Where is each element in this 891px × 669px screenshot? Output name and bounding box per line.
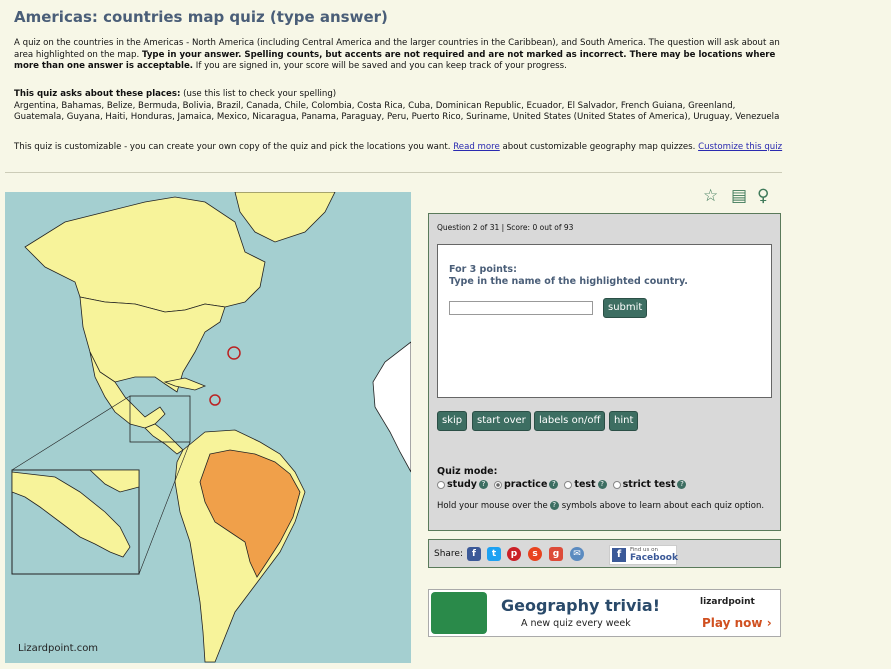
mode-practice-label: practice [503,479,548,490]
quiz-panel: Question 2 of 31 | Score: 0 out of 93 Fo… [428,213,781,531]
study-radio[interactable] [437,480,445,489]
trivia-banner[interactable]: Geography trivia! A new quiz every week … [428,589,781,637]
bermuda-marker[interactable] [227,346,241,360]
document-icon[interactable]: ▤ [731,186,747,206]
help-icon[interactable]: ? [549,480,559,489]
mode-strict-test[interactable]: strict test? [612,479,690,490]
help-text: Hold your mouse over the? symbols above t… [437,501,767,513]
puerto-rico-marker[interactable] [209,394,221,406]
hint-button[interactable]: hint [609,411,639,431]
question-prompt: For 3 points: Type in the name of the hi… [449,264,688,288]
question-box: For 3 points: Type in the name of the hi… [437,244,772,398]
help-icon[interactable]: ? [478,480,488,489]
labels-toggle-button[interactable]: labels on/off [534,411,606,431]
trivia-subtitle: A new quiz every week [521,618,631,629]
central-america-shape[interactable] [144,423,184,455]
mode-study-label: study [447,479,477,490]
facebook-icon[interactable]: f [467,547,481,561]
customize-text-2: about customizable geography map quizzes… [499,142,699,152]
canada-shape[interactable] [24,196,266,313]
help-icon[interactable]: ? [677,480,687,489]
quiz-mode: Quiz mode: study? practice? test? strict… [437,465,689,491]
mode-test[interactable]: test? [564,479,609,490]
customize-text-1: This quiz is customizable - you can crea… [14,142,454,152]
places-note: (use this list to check your spelling) [180,89,337,99]
practice-radio[interactable] [493,480,502,489]
intro-text-2: If you are signed in, your score will be… [193,61,567,72]
email-icon[interactable]: ✉ [570,547,584,561]
skip-button[interactable]: skip [437,411,468,431]
start-over-button[interactable]: start over [472,411,531,431]
help-text-1: Hold your mouse over the [437,501,548,511]
mode-study[interactable]: study? [437,479,491,490]
places-section: This quiz asks about these places: (use … [14,89,786,124]
lightbulb-icon[interactable]: ♀ [757,186,769,206]
instruction-line: Type in the name of the highlighted coun… [449,276,688,287]
mode-test-label: test [574,479,596,490]
submit-button[interactable]: submit [603,298,648,318]
help-text-2: symbols above to learn about each quiz o… [561,501,765,511]
divider [5,172,782,173]
facebook-logo-icon: f [612,548,626,562]
answer-input[interactable] [449,301,593,315]
read-more-link[interactable]: Read more [453,142,500,152]
question-info: Question 2 of 31 | Score: 0 out of 93 [437,223,574,232]
mode-strict-test-label: strict test [622,479,676,490]
quiz-mode-heading: Quiz mode: [437,466,498,477]
test-radio[interactable] [564,480,573,489]
help-icon: ? [549,501,559,510]
facebook-find-us-button[interactable]: f Find us on Facebook [609,545,678,565]
globe-question-icon [431,592,487,634]
fb-big-text: Facebook [630,553,678,563]
mode-practice[interactable]: practice? [493,479,561,490]
customize-quiz-link[interactable]: Customize this quiz [698,142,782,152]
page-title: Americas: countries map quiz (type answe… [14,8,388,26]
lizardpoint-logo: lizardpoint [700,597,755,607]
help-icon[interactable]: ? [597,480,607,489]
share-label: Share: [434,549,464,559]
places-list: Argentina, Bahamas, Belize, Bermuda, Bol… [14,100,780,123]
places-heading: This quiz asks about these places: [14,89,181,99]
map-credit: Lizardpoint.com [18,643,99,654]
twitter-icon[interactable]: t [487,547,501,561]
greenland-shape[interactable] [234,192,336,243]
star-icon[interactable]: ☆ [703,186,718,206]
inset-line-1 [11,395,131,471]
intro-text: A quiz on the countries in the Americas … [14,38,786,73]
customize-text: This quiz is customizable - you can crea… [14,142,786,154]
quiz-map[interactable]: Lizardpoint.com [5,192,411,663]
share-bar: Share: f t p s g ✉ f Find us on Facebook [428,539,781,568]
map-graphic[interactable] [5,192,411,663]
play-now-link[interactable]: Play now › [702,616,772,630]
strict-test-radio[interactable] [612,480,621,489]
points-line: For 3 points: [449,264,517,275]
africa-shape[interactable] [372,341,411,473]
stumbleupon-icon[interactable]: s [528,547,542,561]
google-plus-icon[interactable]: g [549,547,563,561]
toolbar-icons: ☆ ▤ ♀ [703,186,783,208]
pinterest-icon[interactable]: p [507,547,521,561]
trivia-title: Geography trivia! [501,596,660,615]
